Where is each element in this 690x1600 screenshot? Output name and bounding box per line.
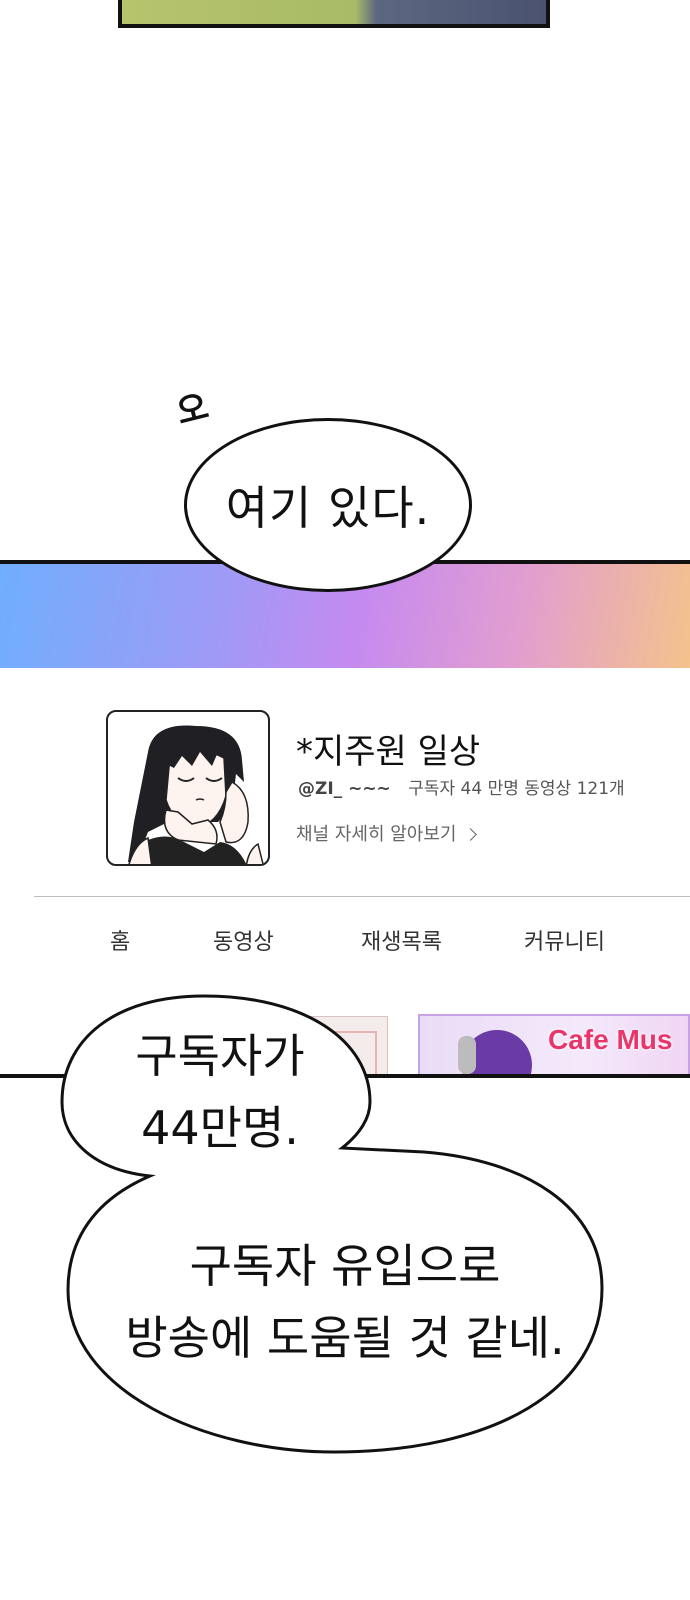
channel-stats: 구독자 44 만명 동영상 121개 [408, 779, 625, 799]
tab-community[interactable]: 커뮤니티 [524, 924, 605, 956]
channel-more-label: 채널 자세히 알아보기 [296, 824, 457, 845]
sound-effect-text: 오 [172, 386, 213, 434]
channel-name: *지주원 일상 [296, 732, 481, 772]
channel-more-link[interactable]: 채널 자세히 알아보기 [296, 820, 478, 846]
top-comic-panel [118, 0, 550, 28]
speech-bubble-2-line-2: 44만명. [141, 1101, 299, 1155]
speech-bubble-2-line-3: 구독자 유입으로 [189, 1239, 501, 1293]
chevron-right-icon [464, 828, 478, 841]
divider [34, 896, 690, 897]
tab-home[interactable]: 홈 [110, 924, 130, 956]
channel-avatar[interactable] [106, 710, 270, 866]
speech-bubble-2-bottom-text: 구독자 유입으로 방송에 도움될 것 같네. [90, 1230, 600, 1374]
avatar-illustration [128, 725, 264, 864]
speech-bubble-1: 여기 있다. [184, 418, 472, 592]
speech-bubble-2-line-4: 방송에 도움될 것 같네. [125, 1311, 565, 1365]
channel-handle: @ZI_ ~~~ [298, 779, 391, 799]
tab-videos[interactable]: 동영상 [213, 924, 274, 956]
tab-playlists[interactable]: 재생목록 [361, 924, 442, 956]
speech-bubble-2-line-1: 구독자가 [135, 1029, 305, 1083]
speech-bubble-2-top-text: 구독자가 44만명. [80, 1020, 360, 1164]
channel-meta: @ZI_ ~~~ 구독자 44 만명 동영상 121개 [298, 774, 625, 799]
speech-bubble-1-text: 여기 있다. [225, 481, 431, 535]
